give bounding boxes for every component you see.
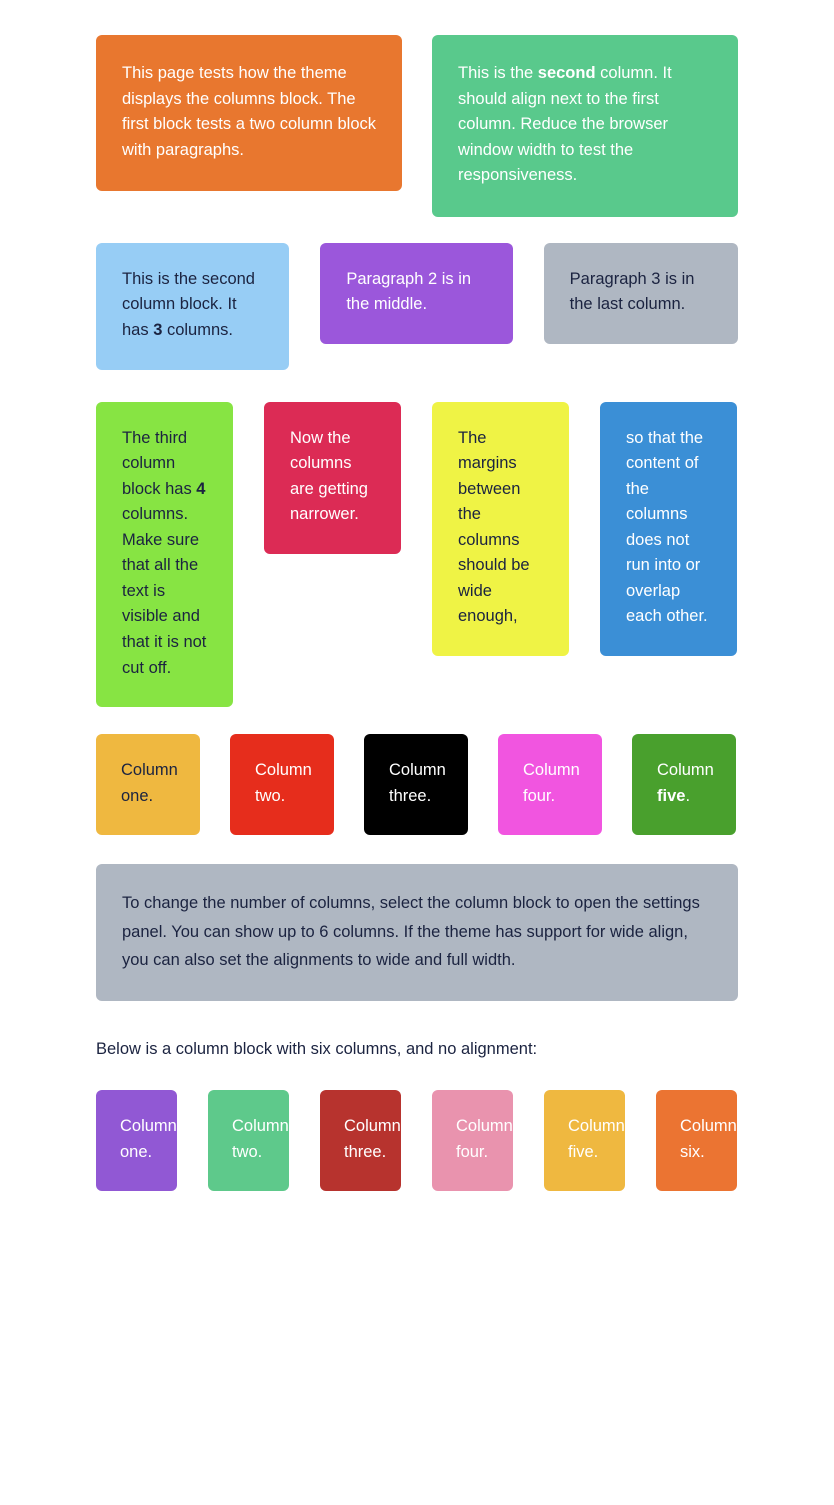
three-column-block: This is the second column block. It has … xyxy=(96,217,738,370)
column-text: Column xyxy=(657,761,714,780)
column-text: Column five. xyxy=(568,1116,625,1161)
column-text: Column four. xyxy=(456,1116,513,1161)
column-paragraph: Column five. xyxy=(568,1114,625,1165)
column-text: This page tests how the theme displays t… xyxy=(122,64,377,159)
column-text: Column one. xyxy=(120,1116,177,1161)
column-item: Column one. xyxy=(96,1089,177,1192)
column-paragraph: Paragraph 3 is in the last column. xyxy=(570,267,712,318)
column-item: so that the content of the columns does … xyxy=(600,401,737,656)
column-item: The third column block has 4 columns. Ma… xyxy=(96,401,233,708)
column-item: This is the second column block. It has … xyxy=(96,242,290,370)
column-paragraph: Column three. xyxy=(389,758,446,809)
column-item: This is the second column. It should ali… xyxy=(432,35,738,217)
column-paragraph: The third column block has 4 columns. Ma… xyxy=(122,426,207,682)
column-text: so that the content of the columns does … xyxy=(626,428,708,626)
column-item: Column six. xyxy=(656,1089,737,1192)
column-item: Column four. xyxy=(432,1089,513,1192)
column-paragraph: The margins between the columns should b… xyxy=(458,426,543,631)
column-text: Column one. xyxy=(121,761,178,805)
two-column-block: This page tests how the theme displays t… xyxy=(96,0,738,217)
column-item: Column five. xyxy=(544,1089,625,1192)
column-paragraph: Column one. xyxy=(120,1114,177,1165)
info-box: To change the number of columns, select … xyxy=(96,864,738,1002)
column-text: Column four. xyxy=(523,761,580,805)
column-text: Paragraph 2 is in the middle. xyxy=(346,269,472,314)
column-text: The third column block has xyxy=(122,428,197,498)
column-paragraph: so that the content of the columns does … xyxy=(626,426,711,631)
column-item: Column two. xyxy=(208,1089,289,1192)
column-text-bold: second xyxy=(537,64,596,82)
column-item: This page tests how the theme displays t… xyxy=(96,35,402,192)
column-paragraph: This is the second column. It should ali… xyxy=(458,61,712,189)
five-column-block: Column one. Column two. Column three. Co… xyxy=(96,707,738,836)
page-root: This page tests how the theme displays t… xyxy=(0,0,834,1505)
column-item: Column two. xyxy=(230,734,334,836)
column-item: Column three. xyxy=(320,1089,401,1192)
column-text: Column three. xyxy=(389,761,446,805)
column-item: Now the columns are getting narrower. xyxy=(264,401,401,554)
column-paragraph: This is the second column block. It has … xyxy=(122,267,263,344)
column-text: Now the columns are getting narrower. xyxy=(290,428,368,524)
four-column-block: The third column block has 4 columns. Ma… xyxy=(96,370,738,708)
column-paragraph: Paragraph 2 is in the middle. xyxy=(346,267,486,318)
column-text-bold: 4 xyxy=(196,479,206,498)
info-box-paragraph: To change the number of columns, select … xyxy=(122,894,700,969)
column-paragraph: This page tests how the theme displays t… xyxy=(122,61,376,163)
column-text-bold: 3 xyxy=(153,320,163,339)
column-item: Paragraph 2 is in the middle. xyxy=(320,242,513,344)
column-paragraph: Column four. xyxy=(523,758,580,809)
column-paragraph: Column four. xyxy=(456,1114,513,1165)
column-item: Column five. xyxy=(632,734,736,836)
column-text-tail: columns. Make sure that all the text is … xyxy=(122,505,207,677)
caption-text: Below is a column block with six columns… xyxy=(96,1040,538,1059)
column-text-bold: five xyxy=(657,786,686,805)
column-text: The margins between the columns should b… xyxy=(458,428,530,626)
column-text: Column three. xyxy=(344,1116,401,1161)
column-item: Column three. xyxy=(364,734,468,836)
column-text-tail: . xyxy=(685,786,691,805)
column-paragraph: Column two. xyxy=(232,1114,289,1165)
column-paragraph: Column five. xyxy=(657,758,714,809)
column-text: Paragraph 3 is in the last column. xyxy=(569,269,695,314)
column-paragraph: Now the columns are getting narrower. xyxy=(290,426,375,528)
column-paragraph: Column six. xyxy=(680,1114,737,1165)
column-text: Column two. xyxy=(255,761,312,805)
column-paragraph: Column one. xyxy=(121,758,178,809)
column-item: Column one. xyxy=(96,734,200,836)
column-text-tail: columns. xyxy=(162,320,233,339)
column-item: The margins between the columns should b… xyxy=(432,401,569,656)
column-paragraph: Column three. xyxy=(344,1114,401,1165)
info-box-block: To change the number of columns, select … xyxy=(96,835,738,1002)
column-text: Column six. xyxy=(680,1116,737,1161)
six-column-block: Column one. Column two. Column three. Co… xyxy=(96,1063,738,1192)
column-item: Column four. xyxy=(498,734,602,836)
column-text: Column two. xyxy=(232,1116,289,1161)
column-text-tail: column. It should align next to the firs… xyxy=(458,64,672,185)
column-text: This is the xyxy=(458,64,538,82)
column-item: Paragraph 3 is in the last column. xyxy=(543,242,738,344)
column-paragraph: Column two. xyxy=(255,758,312,809)
